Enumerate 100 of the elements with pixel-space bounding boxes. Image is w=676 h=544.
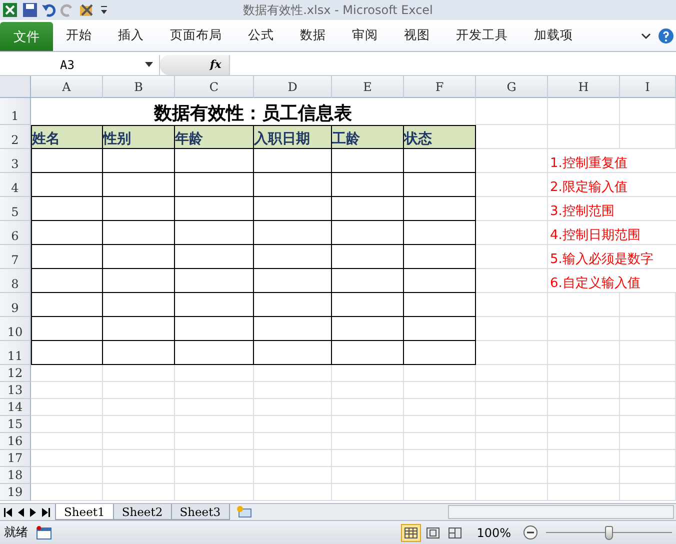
row-header[interactable]: 17 — [0, 450, 31, 467]
table-cell[interactable] — [332, 149, 404, 173]
table-cell[interactable] — [31, 269, 103, 293]
table-cell[interactable] — [254, 317, 332, 341]
row-header[interactable]: 10 — [0, 317, 31, 341]
grid-cell[interactable] — [31, 467, 103, 484]
grid-cell[interactable] — [476, 467, 548, 484]
row-header[interactable]: 12 — [0, 365, 31, 382]
ribbon-tab[interactable]: 开发工具 — [443, 20, 521, 51]
grid-cell[interactable] — [548, 365, 620, 382]
grid-cell[interactable] — [31, 416, 103, 433]
table-cell[interactable] — [254, 245, 332, 269]
grid-cell[interactable] — [103, 382, 175, 399]
sheet-tab[interactable]: Sheet3 — [170, 504, 230, 520]
table-cell[interactable] — [103, 197, 175, 221]
grid-cell[interactable] — [548, 484, 620, 501]
column-header[interactable]: A — [31, 76, 103, 98]
ribbon-tab[interactable]: 页面布局 — [157, 20, 235, 51]
macro-record-icon[interactable] — [36, 526, 52, 540]
row-header[interactable]: 2 — [0, 125, 31, 149]
grid-cell[interactable] — [476, 221, 548, 245]
grid-cell[interactable] — [620, 98, 676, 125]
table-cell[interactable] — [404, 221, 476, 245]
table-cell[interactable] — [404, 317, 476, 341]
grid-cell[interactable] — [476, 173, 548, 197]
grid-cell[interactable] — [548, 399, 620, 416]
table-cell[interactable] — [332, 341, 404, 365]
column-header[interactable]: E — [332, 76, 404, 98]
grid-cell[interactable] — [548, 293, 620, 317]
table-cell[interactable] — [31, 317, 103, 341]
column-header[interactable]: I — [620, 76, 676, 98]
grid-cell[interactable] — [620, 467, 676, 484]
grid-cell[interactable] — [103, 467, 175, 484]
column-header[interactable]: G — [476, 76, 548, 98]
caret-icon[interactable] — [640, 30, 652, 40]
row-header[interactable]: 13 — [0, 382, 31, 399]
row-header[interactable]: 16 — [0, 433, 31, 450]
grid-cell[interactable] — [103, 484, 175, 501]
row-header[interactable]: 18 — [0, 467, 31, 484]
grid-cell[interactable] — [175, 399, 254, 416]
grid-cell[interactable] — [620, 317, 676, 341]
grid-cell[interactable] — [476, 450, 548, 467]
table-cell[interactable] — [175, 293, 254, 317]
grid-cell[interactable] — [404, 399, 476, 416]
grid-cell[interactable] — [31, 450, 103, 467]
grid-cell[interactable] — [31, 484, 103, 501]
table-cell[interactable] — [175, 149, 254, 173]
grid-cell[interactable] — [620, 484, 676, 501]
table-cell[interactable] — [31, 245, 103, 269]
grid-cell[interactable] — [548, 98, 620, 125]
row-header[interactable]: 4 — [0, 173, 31, 197]
sheet-tab[interactable]: Sheet1 — [55, 504, 114, 520]
ribbon-tab[interactable]: 开始 — [53, 20, 105, 51]
grid-cell[interactable] — [254, 484, 332, 501]
table-cell[interactable] — [254, 197, 332, 221]
insert-function-button[interactable]: fx — [160, 54, 230, 74]
grid-cell[interactable] — [476, 416, 548, 433]
table-cell[interactable] — [254, 269, 332, 293]
grid-cell[interactable] — [548, 416, 620, 433]
table-cell[interactable] — [332, 269, 404, 293]
grid-cell[interactable] — [103, 416, 175, 433]
grid-cell[interactable] — [332, 365, 404, 382]
save-icon[interactable] — [22, 2, 38, 18]
grid-cell[interactable] — [476, 98, 548, 125]
ribbon-tab[interactable]: 加载项 — [521, 20, 586, 51]
grid-cell[interactable] — [332, 467, 404, 484]
grid-cell[interactable] — [404, 416, 476, 433]
row-header[interactable]: 8 — [0, 269, 31, 293]
table-cell[interactable] — [175, 245, 254, 269]
table-cell[interactable] — [103, 149, 175, 173]
grid-cell[interactable] — [620, 433, 676, 450]
grid-cell[interactable] — [476, 341, 548, 365]
grid-cell[interactable] — [254, 382, 332, 399]
grid-cell[interactable] — [332, 450, 404, 467]
grid-cell[interactable] — [620, 450, 676, 467]
row-header[interactable]: 3 — [0, 149, 31, 173]
grid-cell[interactable] — [476, 484, 548, 501]
row-header[interactable]: 15 — [0, 416, 31, 433]
table-cell[interactable] — [31, 149, 103, 173]
grid-cell[interactable] — [548, 125, 620, 149]
grid-cell[interactable] — [404, 484, 476, 501]
grid-cell[interactable] — [332, 433, 404, 450]
grid-cell[interactable] — [548, 433, 620, 450]
grid-cell[interactable] — [31, 399, 103, 416]
grid-cell[interactable] — [476, 382, 548, 399]
grid-cell[interactable] — [404, 467, 476, 484]
grid-cell[interactable] — [254, 365, 332, 382]
grid-cell[interactable] — [254, 416, 332, 433]
grid-cell[interactable] — [404, 365, 476, 382]
ribbon-tab[interactable]: 公式 — [235, 20, 287, 51]
grid-cell[interactable] — [254, 467, 332, 484]
table-cell[interactable] — [254, 341, 332, 365]
sheet-tab[interactable]: Sheet2 — [112, 504, 172, 520]
table-cell[interactable] — [175, 269, 254, 293]
table-cell[interactable] — [31, 221, 103, 245]
spreadsheet-logo-icon[interactable] — [2, 2, 18, 18]
grid-cell[interactable] — [620, 365, 676, 382]
table-cell[interactable] — [332, 197, 404, 221]
table-cell[interactable] — [175, 317, 254, 341]
table-cell[interactable] — [175, 221, 254, 245]
